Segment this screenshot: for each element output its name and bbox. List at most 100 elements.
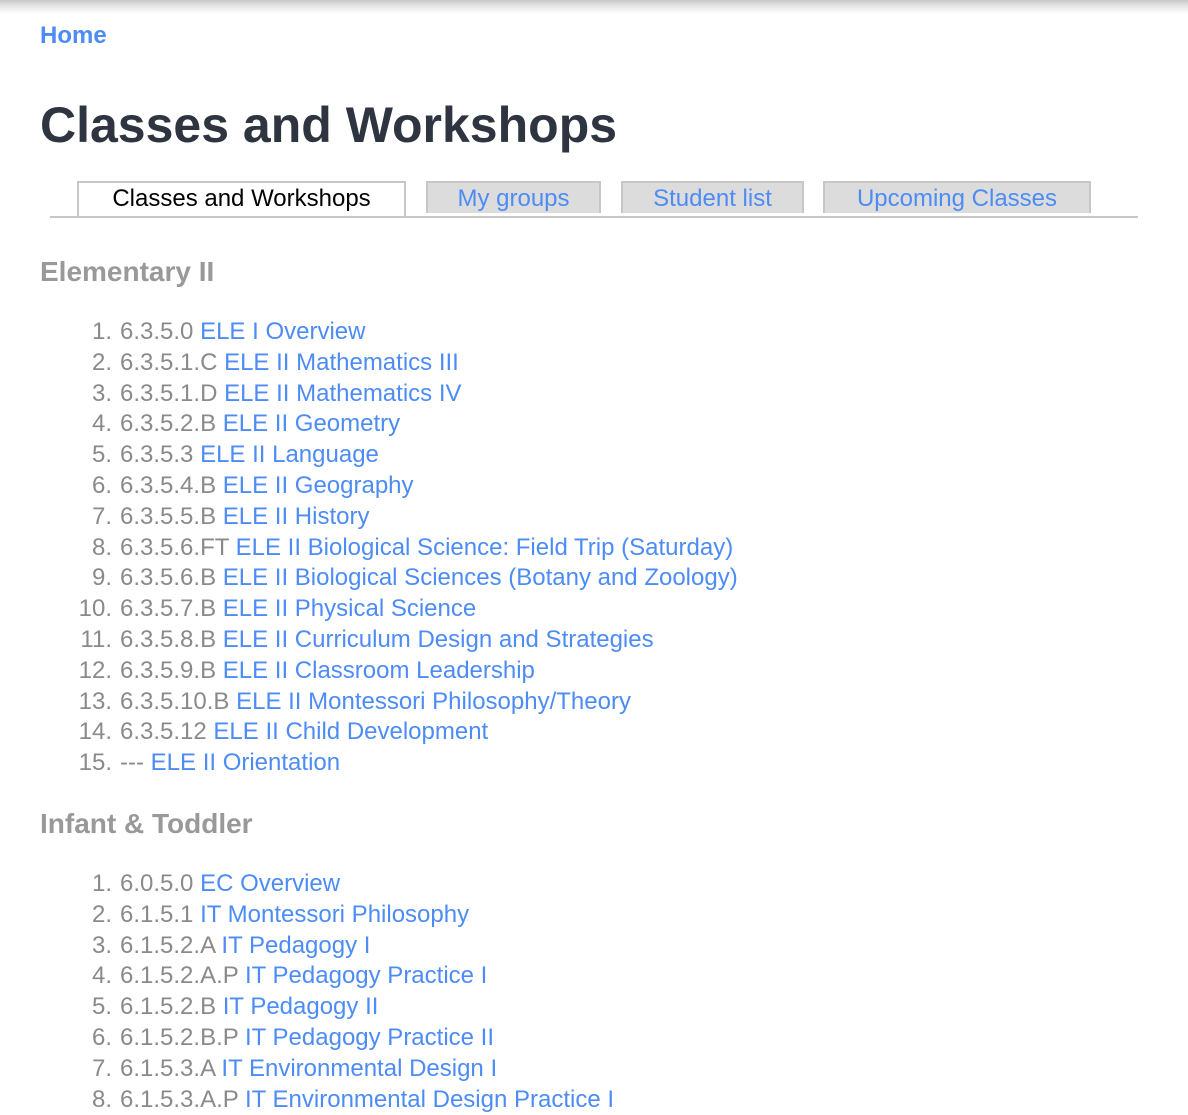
- course-list-elementary-ii: 1. 6.3.5.0 ELE I Overview 2. 6.3.5.1.C ELE …: [0, 317, 738, 779]
- tab-my-groups[interactable]: My groups: [426, 181, 601, 213]
- course-link[interactable]: IT Environmental Design Practice I: [245, 1086, 614, 1113]
- course-list-item: 2. 6.1.5.1 IT Montessori Philosophy: [92, 900, 614, 931]
- course-code: 6.0.5.0: [120, 870, 194, 897]
- course-list-item: 11. 6.3.5.8.B ELE II Curriculum Design an…: [80, 625, 738, 656]
- section-heading-infant-toddler: Infant & Toddler: [40, 808, 253, 839]
- course-list-item: 8. 6.1.5.3.A.P IT Environmental Design Pr…: [92, 1085, 614, 1115]
- list-item-number: 1.: [91, 870, 112, 897]
- course-list-item: 6. 6.1.5.2.B.P IT Pedagogy Practice II: [92, 1023, 614, 1054]
- course-list-item: 5. 6.3.5.3 ELE II Language: [92, 440, 738, 471]
- course-list-item: 2. 6.3.5.1.C ELE II Mathematics III: [92, 348, 738, 379]
- course-list-item: 9. 6.3.5.6.B ELE II Biological Sciences (…: [92, 563, 738, 594]
- course-list-item: 7. 6.3.5.5.B ELE II History: [92, 502, 738, 533]
- list-item-number: 8.: [91, 1085, 112, 1113]
- course-link[interactable]: IT Pedagogy II: [223, 993, 379, 1020]
- list-item-number: 15.: [78, 749, 112, 777]
- course-list-item: 1. 6.3.5.0 ELE I Overview: [92, 317, 738, 348]
- course-link[interactable]: IT Montessori Philosophy: [200, 901, 469, 928]
- course-code: 6.3.5.8.B: [120, 625, 217, 653]
- list-item-number: 4.: [91, 410, 112, 438]
- course-link[interactable]: ELE II Biological Science: Field Trip (S…: [236, 534, 734, 561]
- list-item-number: 12.: [78, 656, 112, 684]
- course-link[interactable]: IT Pedagogy Practice I: [245, 962, 487, 989]
- course-code: 6.1.5.3.A.P: [120, 1085, 239, 1113]
- course-code: 6.3.5.9.B: [120, 656, 217, 684]
- course-list-item: 7. 6.1.5.3.A IT Environmental Design I: [92, 1054, 614, 1085]
- list-item-number: 2.: [91, 348, 112, 376]
- list-item-number: 2.: [91, 900, 112, 928]
- list-item-number: 1.: [91, 318, 112, 345]
- course-link[interactable]: ELE I Overview: [200, 318, 365, 345]
- course-link[interactable]: ELE II Montessori Philosophy/Theory: [236, 688, 631, 715]
- list-item-number: 3.: [91, 931, 112, 959]
- list-item-number: 5.: [91, 993, 112, 1021]
- course-code: ---: [120, 749, 144, 777]
- course-code: 6.3.5.3: [120, 441, 194, 469]
- course-link[interactable]: ELE II Geometry: [223, 410, 400, 437]
- course-code: 6.1.5.2.B.P: [120, 1023, 239, 1051]
- course-link[interactable]: IT Environmental Design I: [221, 1055, 497, 1082]
- course-list-item: 12. 6.3.5.9.B ELE II Classroom Leadership: [79, 656, 738, 687]
- tab-classes-and-workshops[interactable]: Classes and Workshops: [77, 181, 406, 216]
- course-list-item: 5. 6.1.5.2.B IT Pedagogy II: [92, 992, 614, 1023]
- course-code: 6.3.5.6.B: [120, 564, 217, 592]
- course-list-item: 4. 6.3.5.2.B ELE II Geometry: [92, 409, 738, 440]
- course-list-item: 15. --- ELE II Orientation: [79, 748, 738, 779]
- list-item-number: 6.: [91, 1023, 112, 1051]
- tab-upcoming-classes[interactable]: Upcoming Classes: [823, 181, 1091, 213]
- course-list-item: 1. 6.0.5.0 EC Overview: [92, 869, 614, 900]
- course-link[interactable]: ELE II Mathematics III: [224, 349, 459, 376]
- list-item-number: 4.: [91, 962, 112, 990]
- tab-bar: Classes and Workshops My groups Student …: [50, 181, 1138, 218]
- course-code: 6.3.5.6.FT: [120, 533, 229, 561]
- list-item-number: 7.: [91, 1054, 112, 1082]
- course-link[interactable]: ELE II Physical Science: [223, 595, 476, 622]
- course-code: 6.1.5.2.A: [120, 931, 215, 959]
- list-item-number: 5.: [91, 441, 112, 469]
- course-code: 6.3.5.1.D: [120, 379, 218, 407]
- course-code: 6.3.5.7.B: [120, 595, 217, 623]
- section-heading-elementary-ii: Elementary II: [40, 256, 215, 287]
- course-code: 6.1.5.2.B: [120, 993, 217, 1021]
- course-link[interactable]: ELE II Geography: [223, 472, 414, 499]
- course-list-item: 6. 6.3.5.4.B ELE II Geography: [92, 471, 738, 502]
- tab-student-list[interactable]: Student list: [621, 181, 804, 213]
- list-item-number: 8.: [91, 533, 112, 561]
- course-link[interactable]: ELE II Mathematics IV: [224, 380, 461, 407]
- course-list-infant-toddler: 1. 6.0.5.0 EC Overview 2. 6.1.5.1 IT Montes…: [0, 869, 614, 1115]
- course-list-item: 10. 6.3.5.7.B ELE II Physical Science: [79, 594, 738, 625]
- course-link[interactable]: ELE II Language: [200, 441, 379, 468]
- list-item-number: 3.: [91, 379, 112, 407]
- course-code: 6.3.5.2.B: [120, 410, 217, 438]
- list-item-number: 6.: [91, 471, 112, 499]
- course-link[interactable]: ELE II Biological Sciences (Botany and Z…: [223, 564, 738, 591]
- course-link[interactable]: EC Overview: [200, 870, 340, 897]
- course-code: 6.1.5.2.A.P: [120, 962, 239, 990]
- course-link[interactable]: ELE II Child Development: [213, 718, 488, 745]
- course-code: 6.3.5.10.B: [120, 687, 230, 715]
- course-list-item: 8. 6.3.5.6.FT ELE II Biological Science: …: [92, 533, 738, 564]
- course-link[interactable]: ELE II Curriculum Design and Strategies: [223, 626, 654, 653]
- list-item-number: 14.: [78, 718, 112, 746]
- list-item-number: 11.: [80, 625, 112, 653]
- course-list-item: 14. 6.3.5.12 ELE II Child Development: [79, 717, 738, 748]
- course-list-item: 3. 6.1.5.2.A IT Pedagogy I: [92, 931, 614, 962]
- course-code: 6.3.5.12: [120, 718, 207, 746]
- course-link[interactable]: IT Pedagogy Practice II: [245, 1024, 494, 1051]
- course-link[interactable]: IT Pedagogy I: [221, 932, 370, 959]
- course-code: 6.3.5.5.B: [120, 502, 217, 530]
- course-link[interactable]: ELE II Classroom Leadership: [223, 657, 535, 684]
- course-list-item: 3. 6.3.5.1.D ELE II Mathematics IV: [92, 379, 738, 410]
- page: Home Classes and Workshops Classes and W…: [0, 0, 1188, 1113]
- list-item-number: 10.: [78, 595, 112, 623]
- course-code: 6.3.5.1.C: [120, 348, 218, 376]
- course-link[interactable]: ELE II History: [223, 503, 370, 530]
- course-code: 6.3.5.4.B: [120, 471, 217, 499]
- list-item-number: 13.: [78, 687, 112, 715]
- list-item-number: 7.: [91, 502, 112, 530]
- home-link[interactable]: Home: [40, 22, 107, 50]
- course-code: 6.1.5.3.A: [120, 1054, 215, 1082]
- page-title: Classes and Workshops: [40, 97, 618, 153]
- course-link[interactable]: ELE II Orientation: [151, 749, 340, 776]
- list-item-number: 9.: [91, 564, 112, 592]
